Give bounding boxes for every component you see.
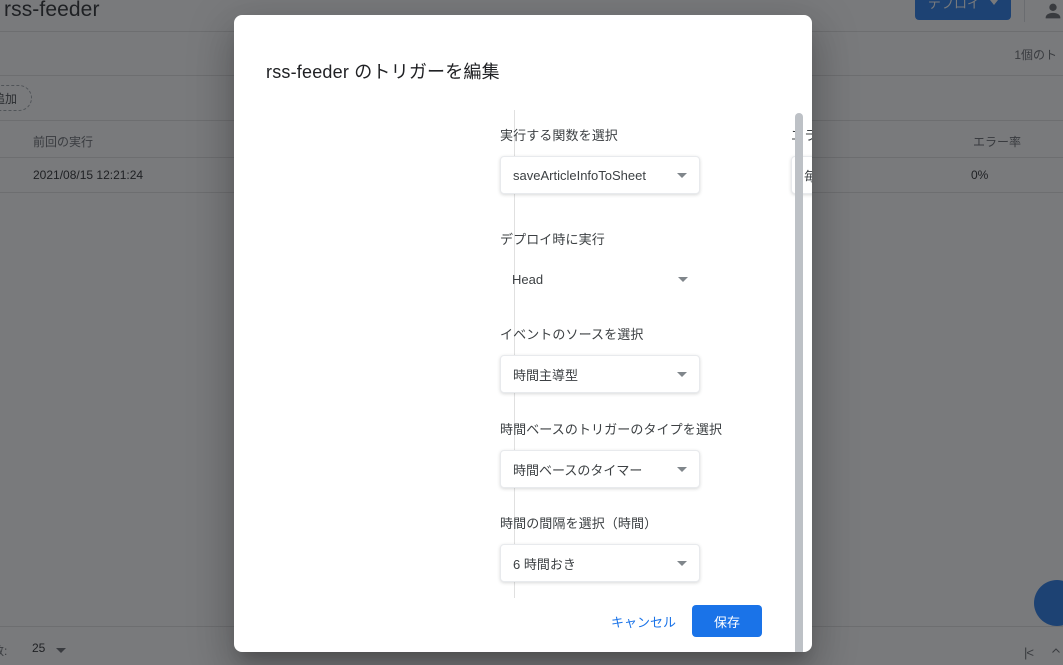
function-select-value: saveArticleInfoToSheet <box>513 167 646 183</box>
field-interval: 時間の間隔を選択（時間） 6 時間おき <box>500 513 700 582</box>
trigger-type-select[interactable]: 時間ベースのタイマー <box>500 450 700 488</box>
dialog-title: rss-feeder のトリガーを編集 <box>266 62 500 82</box>
edit-trigger-dialog: rss-feeder のトリガーを編集 実行する関数を選択 saveArticl… <box>234 15 812 652</box>
field-trigger-type-label: 時間ベースのトリガーのタイプを選択 <box>500 422 723 437</box>
function-select[interactable]: saveArticleInfoToSheet <box>500 156 700 194</box>
field-event-source-label: イベントのソースを選択 <box>500 327 644 342</box>
interval-select[interactable]: 6 時間おき <box>500 544 700 582</box>
trigger-type-select-value: 時間ベースのタイマー <box>513 462 643 478</box>
chevron-down-icon <box>677 372 687 377</box>
chevron-down-icon <box>677 561 687 566</box>
field-event-source: イベントのソースを選択 時間主導型 <box>500 324 700 393</box>
field-function: 実行する関数を選択 saveArticleInfoToSheet <box>500 125 700 194</box>
field-deployment-label: デプロイ時に実行 <box>500 232 605 247</box>
field-deployment: デプロイ時に実行 Head <box>500 229 700 298</box>
save-button[interactable]: 保存 <box>691 605 762 637</box>
dialog-footer: キャンセル 保存 <box>234 590 812 652</box>
chevron-down-icon <box>677 173 687 178</box>
deployment-select-value: Head <box>512 271 544 287</box>
deployment-select[interactable]: Head <box>500 260 700 298</box>
event-source-select-value: 時間主導型 <box>513 367 579 383</box>
event-source-select[interactable]: 時間主導型 <box>500 355 700 393</box>
error-notification-select-value: 毎日通知を受け取る <box>804 168 812 184</box>
cancel-button[interactable]: キャンセル <box>603 604 684 639</box>
field-function-label: 実行する関数を選択 <box>500 128 618 143</box>
interval-select-value: 6 時間おき <box>513 556 576 572</box>
chevron-down-icon <box>678 277 688 282</box>
dialog-scrollbar-thumb[interactable] <box>795 113 803 652</box>
dialog-body: 実行する関数を選択 saveArticleInfoToSheet デプロイ時に実… <box>234 100 812 598</box>
field-interval-label: 時間の間隔を選択（時間） <box>500 516 658 531</box>
field-trigger-type: 時間ベースのトリガーのタイプを選択 時間ベースのタイマー <box>500 419 722 488</box>
chevron-down-icon <box>677 467 687 472</box>
